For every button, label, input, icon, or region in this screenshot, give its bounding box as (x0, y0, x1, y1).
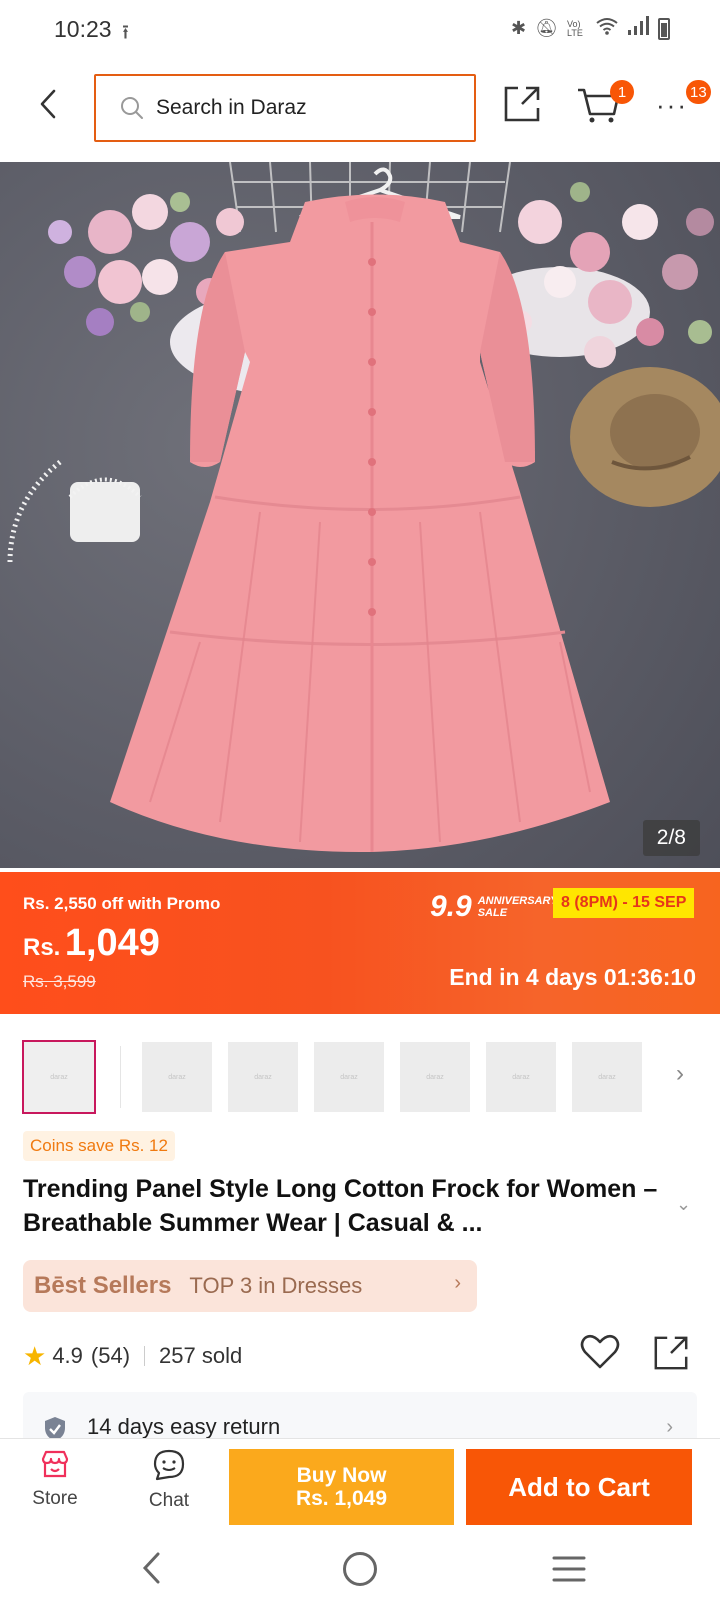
volte-label: Vo) LTE (567, 18, 583, 38)
more-icon: ··· (656, 90, 688, 120)
product-image[interactable]: 2/8 (0, 162, 720, 868)
sale-logo: 9.9 ANNIVERSARY SALE (430, 890, 558, 924)
product-title: Trending Panel Style Long Cotton Frock f… (23, 1175, 658, 1237)
original-price: Rs. 3,599 (23, 972, 96, 991)
rating-row[interactable]: ★ 4.9 (54) 257 sold (23, 1338, 242, 1374)
chat-label: Chat (148, 1490, 190, 1511)
thumbnail[interactable]: daraz (572, 1042, 642, 1112)
cart-button[interactable]: 1 (576, 80, 634, 128)
store-button[interactable]: Store (20, 1449, 90, 1527)
best-sellers-tag: Bēst Sellers (34, 1272, 172, 1299)
currency-label: Rs. (23, 934, 61, 961)
thumbnail-divider (120, 1046, 121, 1108)
buy-now-button[interactable]: Buy Now Rs. 1,049 (229, 1449, 454, 1525)
thumbnail-label: daraz (512, 1073, 530, 1081)
thumbnail-strip: daraz daraz daraz daraz daraz daraz dara… (0, 1040, 720, 1116)
nav-recents-icon[interactable] (552, 1554, 586, 1584)
thumbnail[interactable]: daraz (22, 1040, 96, 1114)
thumbnail-label: daraz (50, 1073, 68, 1081)
heart-icon (580, 1334, 620, 1369)
promo-text: Rs. 2,550 off with Promo (23, 894, 221, 913)
thumbnail[interactable]: daraz (228, 1042, 298, 1112)
review-count: (54) (90, 1343, 131, 1368)
thumbnail[interactable]: daraz (400, 1042, 470, 1112)
store-icon (41, 1450, 69, 1478)
star-icon: ★ (23, 1340, 47, 1371)
status-icons: ✱ 🔕︎ Vo) LTE (511, 16, 670, 41)
chevron-down-icon[interactable]: ⌄ (676, 1194, 691, 1215)
dress-illustration (7, 162, 720, 852)
thumbnail[interactable]: daraz (142, 1042, 212, 1112)
search-input[interactable]: Search in Daraz (94, 74, 476, 142)
share-icon (504, 86, 540, 122)
add-to-cart-label: Add to Cart (508, 1471, 650, 1502)
thumbnail[interactable]: daraz (486, 1042, 556, 1112)
signal-icon (627, 16, 649, 41)
price-amount: 1,049 (64, 922, 160, 964)
share-button[interactable] (652, 1334, 692, 1374)
rating-value: 4.9 (52, 1343, 83, 1368)
price-banner: Rs. 2,550 off with Promo Rs. 1,049 Rs. 3… (0, 872, 720, 1014)
best-sellers-banner[interactable]: Bēst Sellers TOP 3 in Dresses › (23, 1260, 477, 1312)
rating-divider (144, 1346, 146, 1366)
buy-now-label: Buy Now (296, 1464, 387, 1487)
countdown-timer: End in 4 days 01:36:10 (449, 964, 696, 990)
sold-count: 257 sold (159, 1343, 243, 1368)
return-policy-text: 14 days easy return (87, 1414, 281, 1439)
thumbnail-label: daraz (598, 1073, 616, 1081)
current-price: Rs. 1,049 (23, 922, 160, 965)
back-button[interactable] (28, 82, 68, 126)
chat-button[interactable]: Chat (134, 1449, 204, 1527)
more-badge: 13 (686, 80, 711, 104)
nav-back-icon[interactable] (140, 1550, 164, 1586)
thumbnail[interactable]: daraz (314, 1042, 384, 1112)
sale-number: 9.9 (430, 890, 472, 923)
chevron-right-icon: › (454, 1272, 461, 1294)
store-label: Store (32, 1488, 78, 1509)
buy-now-price: Rs. 1,049 (295, 1487, 388, 1510)
chevron-right-icon: › (666, 1416, 673, 1438)
thumbnail-label: daraz (340, 1073, 358, 1081)
thumbnail-label: daraz (168, 1073, 186, 1081)
bluetooth-icon: ✱ (511, 18, 527, 38)
status-time: 10:23 (54, 16, 112, 42)
thumbnail-label: daraz (254, 1073, 272, 1081)
system-nav-bar (0, 1536, 720, 1612)
share-icon (654, 1336, 688, 1370)
search-icon (121, 97, 143, 119)
nav-home-icon[interactable] (343, 1552, 377, 1586)
more-button[interactable]: ··· 13 (656, 80, 711, 128)
chat-icon (153, 1449, 185, 1481)
sale-word-sale: SALE (477, 907, 508, 919)
return-policy-row[interactable]: 14 days easy return › (23, 1392, 697, 1442)
wifi-icon (596, 17, 618, 40)
add-to-cart-button[interactable]: Add to Cart (466, 1449, 692, 1525)
sale-word-anniversary: ANNIVERSARY (477, 895, 558, 907)
search-placeholder: Search in Daraz (156, 96, 307, 119)
coins-badge: Coins save Rs. 12 (23, 1131, 175, 1161)
image-counter: 2/8 (642, 820, 700, 856)
cart-badge: 1 (610, 80, 634, 104)
best-sellers-rank: TOP 3 in Dresses (189, 1273, 363, 1298)
thumbnail-label: daraz (426, 1073, 444, 1081)
sale-word: ANNIVERSARY SALE (478, 895, 558, 919)
sale-dates: 8 (8PM) - 15 SEP (553, 888, 695, 918)
status-bar: 10:23 ⭱ ✱ 🔕︎ Vo) LTE (0, 0, 720, 60)
chevron-right-icon[interactable]: › (676, 1060, 684, 1088)
action-bar: Store Chat Buy Now Rs. 1,049 Add to Cart (0, 1438, 720, 1536)
battery-icon (658, 17, 670, 40)
share-button[interactable] (502, 84, 546, 128)
upload-icon: ⭱ (122, 22, 129, 44)
bell-off-icon: 🔕︎ (535, 18, 558, 38)
chevron-left-icon (40, 89, 56, 119)
wishlist-button[interactable] (580, 1334, 620, 1374)
top-nav: Search in Daraz 1 ··· 13 (0, 62, 720, 158)
